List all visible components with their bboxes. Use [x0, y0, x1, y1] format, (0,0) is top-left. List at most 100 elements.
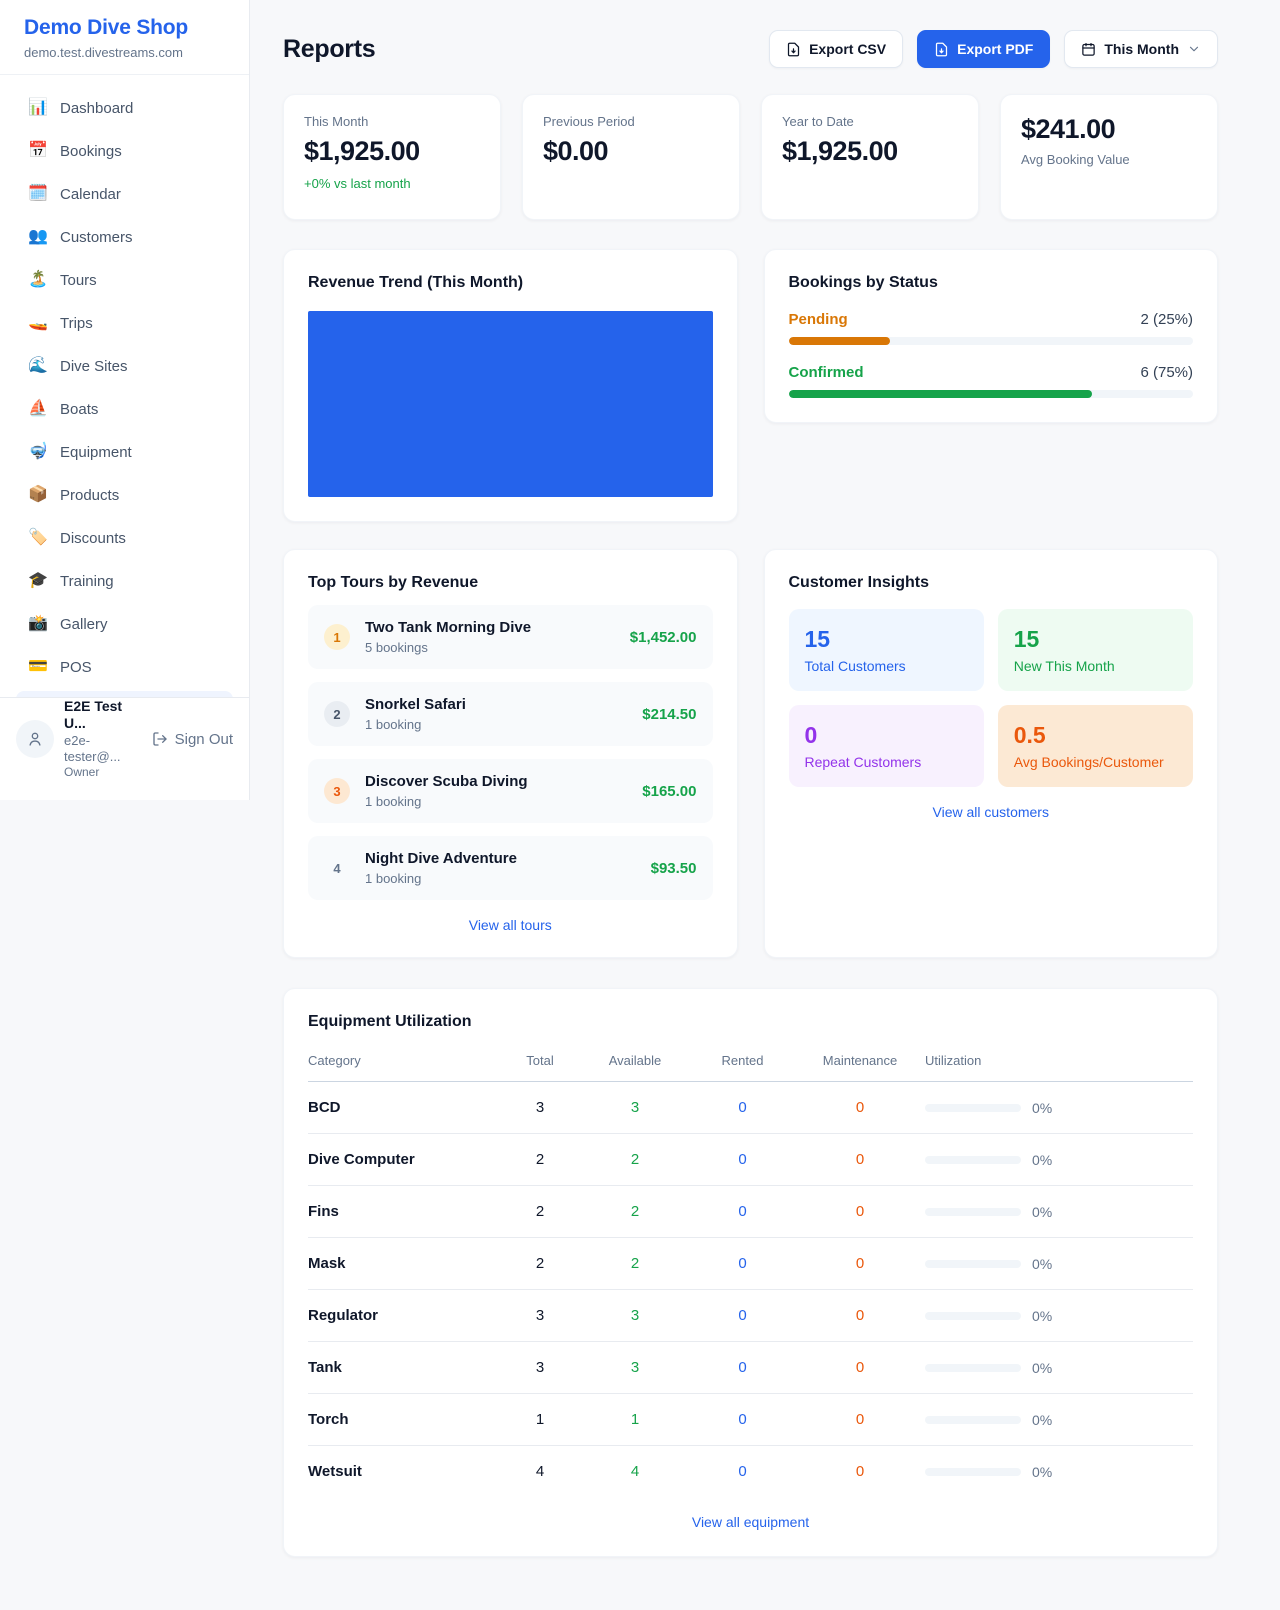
sidebar-item-discounts[interactable]: 🏷️ Discounts — [14, 519, 235, 557]
sidebar-item-label: Dashboard — [60, 100, 133, 117]
table-row: Dive Computer 2 2 0 0 0% — [308, 1134, 1193, 1186]
status-label: Pending — [789, 311, 848, 328]
sidebar-item-label: Equipment — [60, 444, 132, 461]
sidebar-item-pos[interactable]: 💳POS — [14, 648, 235, 686]
view-all-tours-link[interactable]: View all tours — [308, 917, 713, 933]
sidebar-item-products[interactable]: 📦Products — [14, 476, 235, 514]
cell-rented: 0 — [690, 1394, 795, 1446]
cell-utilization: 0% — [925, 1290, 1193, 1342]
utilization-bar — [925, 1468, 1021, 1476]
cell-total: 3 — [500, 1290, 580, 1342]
cell-utilization: 0% — [925, 1238, 1193, 1290]
file-download-icon — [786, 42, 801, 57]
tile-label: Total Customers — [805, 658, 968, 674]
status-label: Confirmed — [789, 364, 864, 381]
tour-name: Two Tank Morning Dive — [365, 619, 531, 636]
shop-domain: demo.test.divestreams.com — [24, 45, 225, 60]
table-row: Tank 3 3 0 0 0% — [308, 1342, 1193, 1394]
avatar — [16, 720, 54, 758]
rank-badge: 2 — [324, 701, 350, 727]
view-all-equipment-link[interactable]: View all equipment — [308, 1514, 1193, 1530]
sidebar-item-bookings[interactable]: 📅Bookings — [14, 132, 235, 170]
insights-row: Top Tours by Revenue 1 Two Tank Morning … — [283, 549, 1218, 958]
cell-category: Tank — [308, 1342, 500, 1394]
cell-total: 2 — [500, 1238, 580, 1290]
sidebar-item-label: Tours — [60, 272, 97, 289]
sidebar-item-equipment[interactable]: 🤿Equipment — [14, 433, 235, 471]
period-select[interactable]: This Month — [1064, 30, 1218, 68]
cell-available: 1 — [580, 1394, 690, 1446]
stat-card-avg-booking-value: $241.00 Avg Booking Value — [1000, 94, 1218, 220]
tour-name: Snorkel Safari — [365, 696, 466, 713]
cell-rented: 0 — [690, 1290, 795, 1342]
stat-label: Year to Date — [782, 114, 958, 129]
tour-list-item: 3 Discover Scuba Diving1 booking $165.00 — [308, 759, 713, 823]
tag-icon: 🏷️ — [26, 530, 50, 546]
stat-delta: +0% vs last month — [304, 176, 480, 191]
sidebar-item-label: Dive Sites — [60, 358, 128, 375]
tour-list-item: 4 Night Dive Adventure1 booking $93.50 — [308, 836, 713, 900]
tour-bookings: 1 booking — [365, 717, 466, 732]
table-row: BCD 3 3 0 0 0% — [308, 1082, 1193, 1134]
tour-bookings: 1 booking — [365, 871, 517, 886]
file-download-icon — [934, 42, 949, 57]
sidebar-item-calendar[interactable]: 🗓️Calendar — [14, 175, 235, 213]
customer-insights-title: Customer Insights — [789, 574, 1194, 592]
tile-value: 0.5 — [1014, 722, 1177, 749]
column-header-utilization: Utilization — [925, 1045, 1193, 1082]
tour-revenue: $1,452.00 — [618, 629, 697, 646]
stat-card-previous-period: Previous Period $0.00 — [522, 94, 740, 220]
utilization-bar — [925, 1104, 1021, 1112]
equipment-table: Category Total Available Rented Maintena… — [308, 1045, 1193, 1497]
tile-new-this-month: 15 New This Month — [998, 609, 1193, 691]
stat-card-this-month: This Month $1,925.00 +0% vs last month — [283, 94, 501, 220]
stat-value: $1,925.00 — [782, 136, 958, 167]
export-csv-button[interactable]: Export CSV — [769, 30, 903, 68]
sidebar-item-tours[interactable]: 🏝️Tours — [14, 261, 235, 299]
sign-out-button[interactable]: Sign Out — [152, 731, 233, 748]
sign-out-label: Sign Out — [175, 731, 233, 748]
main-content: Reports Export CSV Export PDF This Month… — [250, 0, 1280, 1557]
view-all-customers-link[interactable]: View all customers — [789, 804, 1194, 820]
user-email: e2e-tester@... — [64, 733, 142, 766]
period-label: This Month — [1104, 41, 1179, 57]
export-csv-label: Export CSV — [809, 41, 886, 57]
cell-utilization: 0% — [925, 1186, 1193, 1238]
stat-value: $0.00 — [543, 136, 719, 167]
sidebar-item-dashboard[interactable]: 📊 Dashboard — [14, 89, 235, 127]
cell-maintenance: 0 — [795, 1290, 925, 1342]
column-header-maintenance: Maintenance — [795, 1045, 925, 1082]
export-pdf-button[interactable]: Export PDF — [917, 30, 1050, 68]
user-role: Owner — [64, 765, 142, 780]
utilization-percent: 0% — [1032, 1204, 1052, 1220]
sidebar-item-trips[interactable]: 🚤Trips — [14, 304, 235, 342]
sidebar-item-training[interactable]: 🎓Training — [14, 562, 235, 600]
cell-total: 1 — [500, 1394, 580, 1446]
tile-total-customers: 15 Total Customers — [789, 609, 984, 691]
status-row-pending: Pending 2 (25%) — [789, 311, 1194, 345]
camera-icon: 📸 — [26, 616, 50, 632]
sidebar-item-customers[interactable]: 👥Customers — [14, 218, 235, 256]
cell-available: 2 — [580, 1238, 690, 1290]
cell-rented: 0 — [690, 1082, 795, 1134]
utilization-bar — [925, 1156, 1021, 1164]
utilization-percent: 0% — [1032, 1256, 1052, 1272]
utilization-percent: 0% — [1032, 1412, 1052, 1428]
cell-category: Fins — [308, 1186, 500, 1238]
sidebar-item-gallery[interactable]: 📸Gallery — [14, 605, 235, 643]
cell-category: Torch — [308, 1394, 500, 1446]
cell-maintenance: 0 — [795, 1342, 925, 1394]
cell-maintenance: 0 — [795, 1082, 925, 1134]
bar-chart-icon: 📊 — [26, 100, 50, 116]
table-row: Fins 2 2 0 0 0% — [308, 1186, 1193, 1238]
sidebar-item-dive-sites[interactable]: 🌊Dive Sites — [14, 347, 235, 385]
cell-total: 2 — [500, 1186, 580, 1238]
calendar-icon — [1081, 42, 1096, 57]
equipment-utilization-card: Equipment Utilization Category Total Ava… — [283, 988, 1218, 1557]
sidebar-item-label: Discounts — [60, 530, 126, 547]
sidebar-item-boats[interactable]: ⛵Boats — [14, 390, 235, 428]
cell-available: 2 — [580, 1134, 690, 1186]
top-tours-title: Top Tours by Revenue — [308, 574, 713, 592]
cell-maintenance: 0 — [795, 1394, 925, 1446]
tour-bookings: 1 booking — [365, 794, 528, 809]
